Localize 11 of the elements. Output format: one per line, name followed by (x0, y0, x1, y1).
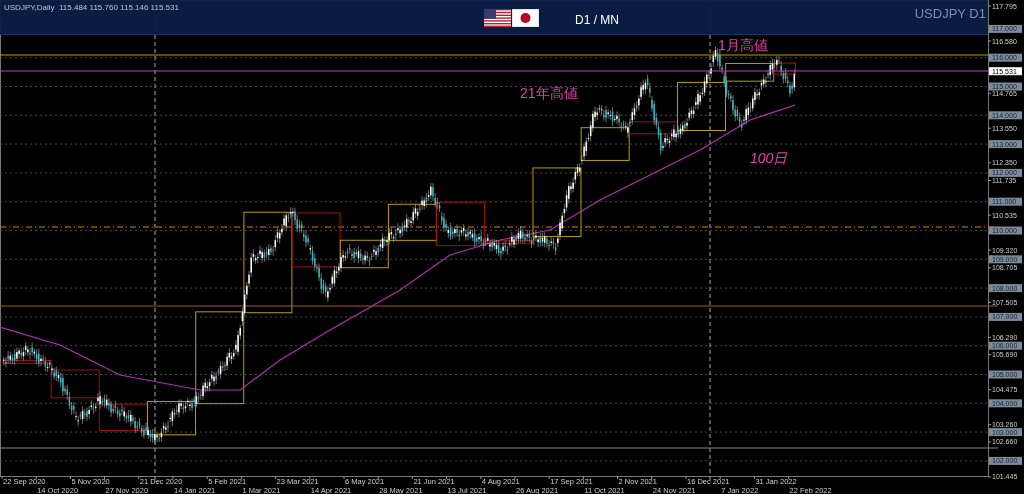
annotation-label: 21年高値 (520, 84, 578, 103)
us-flag-icon (484, 9, 511, 27)
symbol-info: USDJPY,Daily 115.484 115.760 115.146 115.531 (4, 2, 179, 14)
monthly-range-box (2, 359, 52, 364)
monthly-range-box (532, 167, 582, 238)
annotation-label: 1月高値 (718, 36, 768, 55)
monthly-range-box (50, 369, 100, 399)
annotation-label: 100日 (750, 149, 788, 168)
japan-flag-icon (512, 9, 539, 27)
symbol-label: USDJPY D1 (914, 5, 986, 23)
timeframe-label: D1 / MN (575, 12, 619, 29)
